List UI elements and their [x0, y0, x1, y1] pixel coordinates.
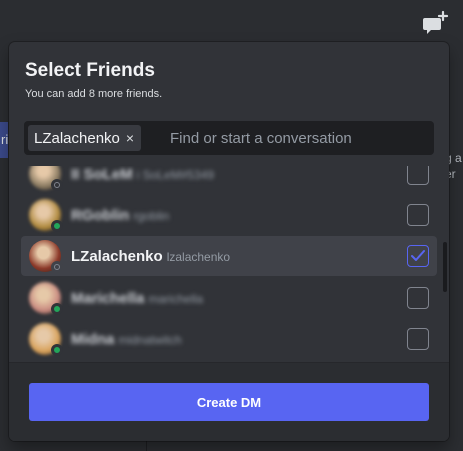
- username: lzalachenko: [166, 250, 231, 264]
- create-dm-button[interactable]: Create DM: [29, 383, 429, 421]
- friend-checkbox[interactable]: [407, 287, 429, 309]
- list-scrollbar[interactable]: [443, 242, 447, 292]
- online-status-icon: [51, 303, 63, 315]
- select-friends-popout: Select Friends You can add 8 more friend…: [9, 42, 449, 441]
- display-name: RGoblin: [71, 207, 130, 224]
- display-name: LZalachenko: [71, 248, 163, 265]
- new-group-dm-icon[interactable]: [421, 10, 449, 36]
- checkmark-icon: [411, 250, 425, 261]
- friend-row[interactable]: Midna midnatwitch: [21, 319, 437, 359]
- popout-footer: Create DM: [9, 362, 449, 441]
- username: marichella: [148, 292, 204, 306]
- online-status-icon: [51, 344, 63, 356]
- search-input[interactable]: [170, 125, 430, 151]
- online-status-icon: [51, 220, 63, 232]
- close-icon[interactable]: ×: [126, 130, 134, 146]
- friend-checkbox[interactable]: [407, 328, 429, 350]
- friend-row[interactable]: RGoblin rgoblin: [21, 195, 437, 235]
- display-name: II SoLeM: [71, 166, 133, 183]
- background-divider: [146, 440, 147, 451]
- username: rgoblin: [133, 209, 170, 223]
- popout-subtitle: You can add 8 more friends.: [25, 88, 163, 100]
- chip-label: LZalachenko: [34, 129, 120, 147]
- friend-checkbox[interactable]: [407, 204, 429, 226]
- friend-name: Marichella marichella: [71, 290, 203, 307]
- popout-title: Select Friends: [25, 60, 155, 81]
- friend-list[interactable]: II SoLeM i SoLeM#5349 RGoblin rgoblin LZalac…: [9, 166, 449, 362]
- offline-status-icon: [51, 179, 63, 191]
- username: midnatwitch: [118, 333, 182, 347]
- friend-row[interactable]: II SoLeM i SoLeM#5349: [21, 166, 437, 194]
- display-name: Marichella: [71, 290, 145, 307]
- offline-status-icon: [51, 261, 63, 273]
- display-name: Midna: [71, 331, 115, 348]
- friend-name: RGoblin rgoblin: [71, 207, 169, 224]
- friend-checkbox[interactable]: [407, 166, 429, 185]
- background-channel-fragment: ri: [0, 122, 8, 158]
- friend-row[interactable]: Marichella marichella: [21, 278, 437, 318]
- username: i SoLeM#5349: [136, 168, 215, 182]
- friend-search-box[interactable]: LZalachenko ×: [24, 121, 434, 155]
- friend-name: II SoLeM i SoLeM#5349: [71, 166, 214, 183]
- friend-checkbox[interactable]: [407, 245, 429, 267]
- selected-friend-chip[interactable]: LZalachenko ×: [28, 125, 142, 151]
- friend-name: LZalachenko lzalachenko: [71, 248, 230, 265]
- friend-name: Midna midnatwitch: [71, 331, 182, 348]
- friend-row[interactable]: LZalachenko lzalachenko: [21, 236, 437, 276]
